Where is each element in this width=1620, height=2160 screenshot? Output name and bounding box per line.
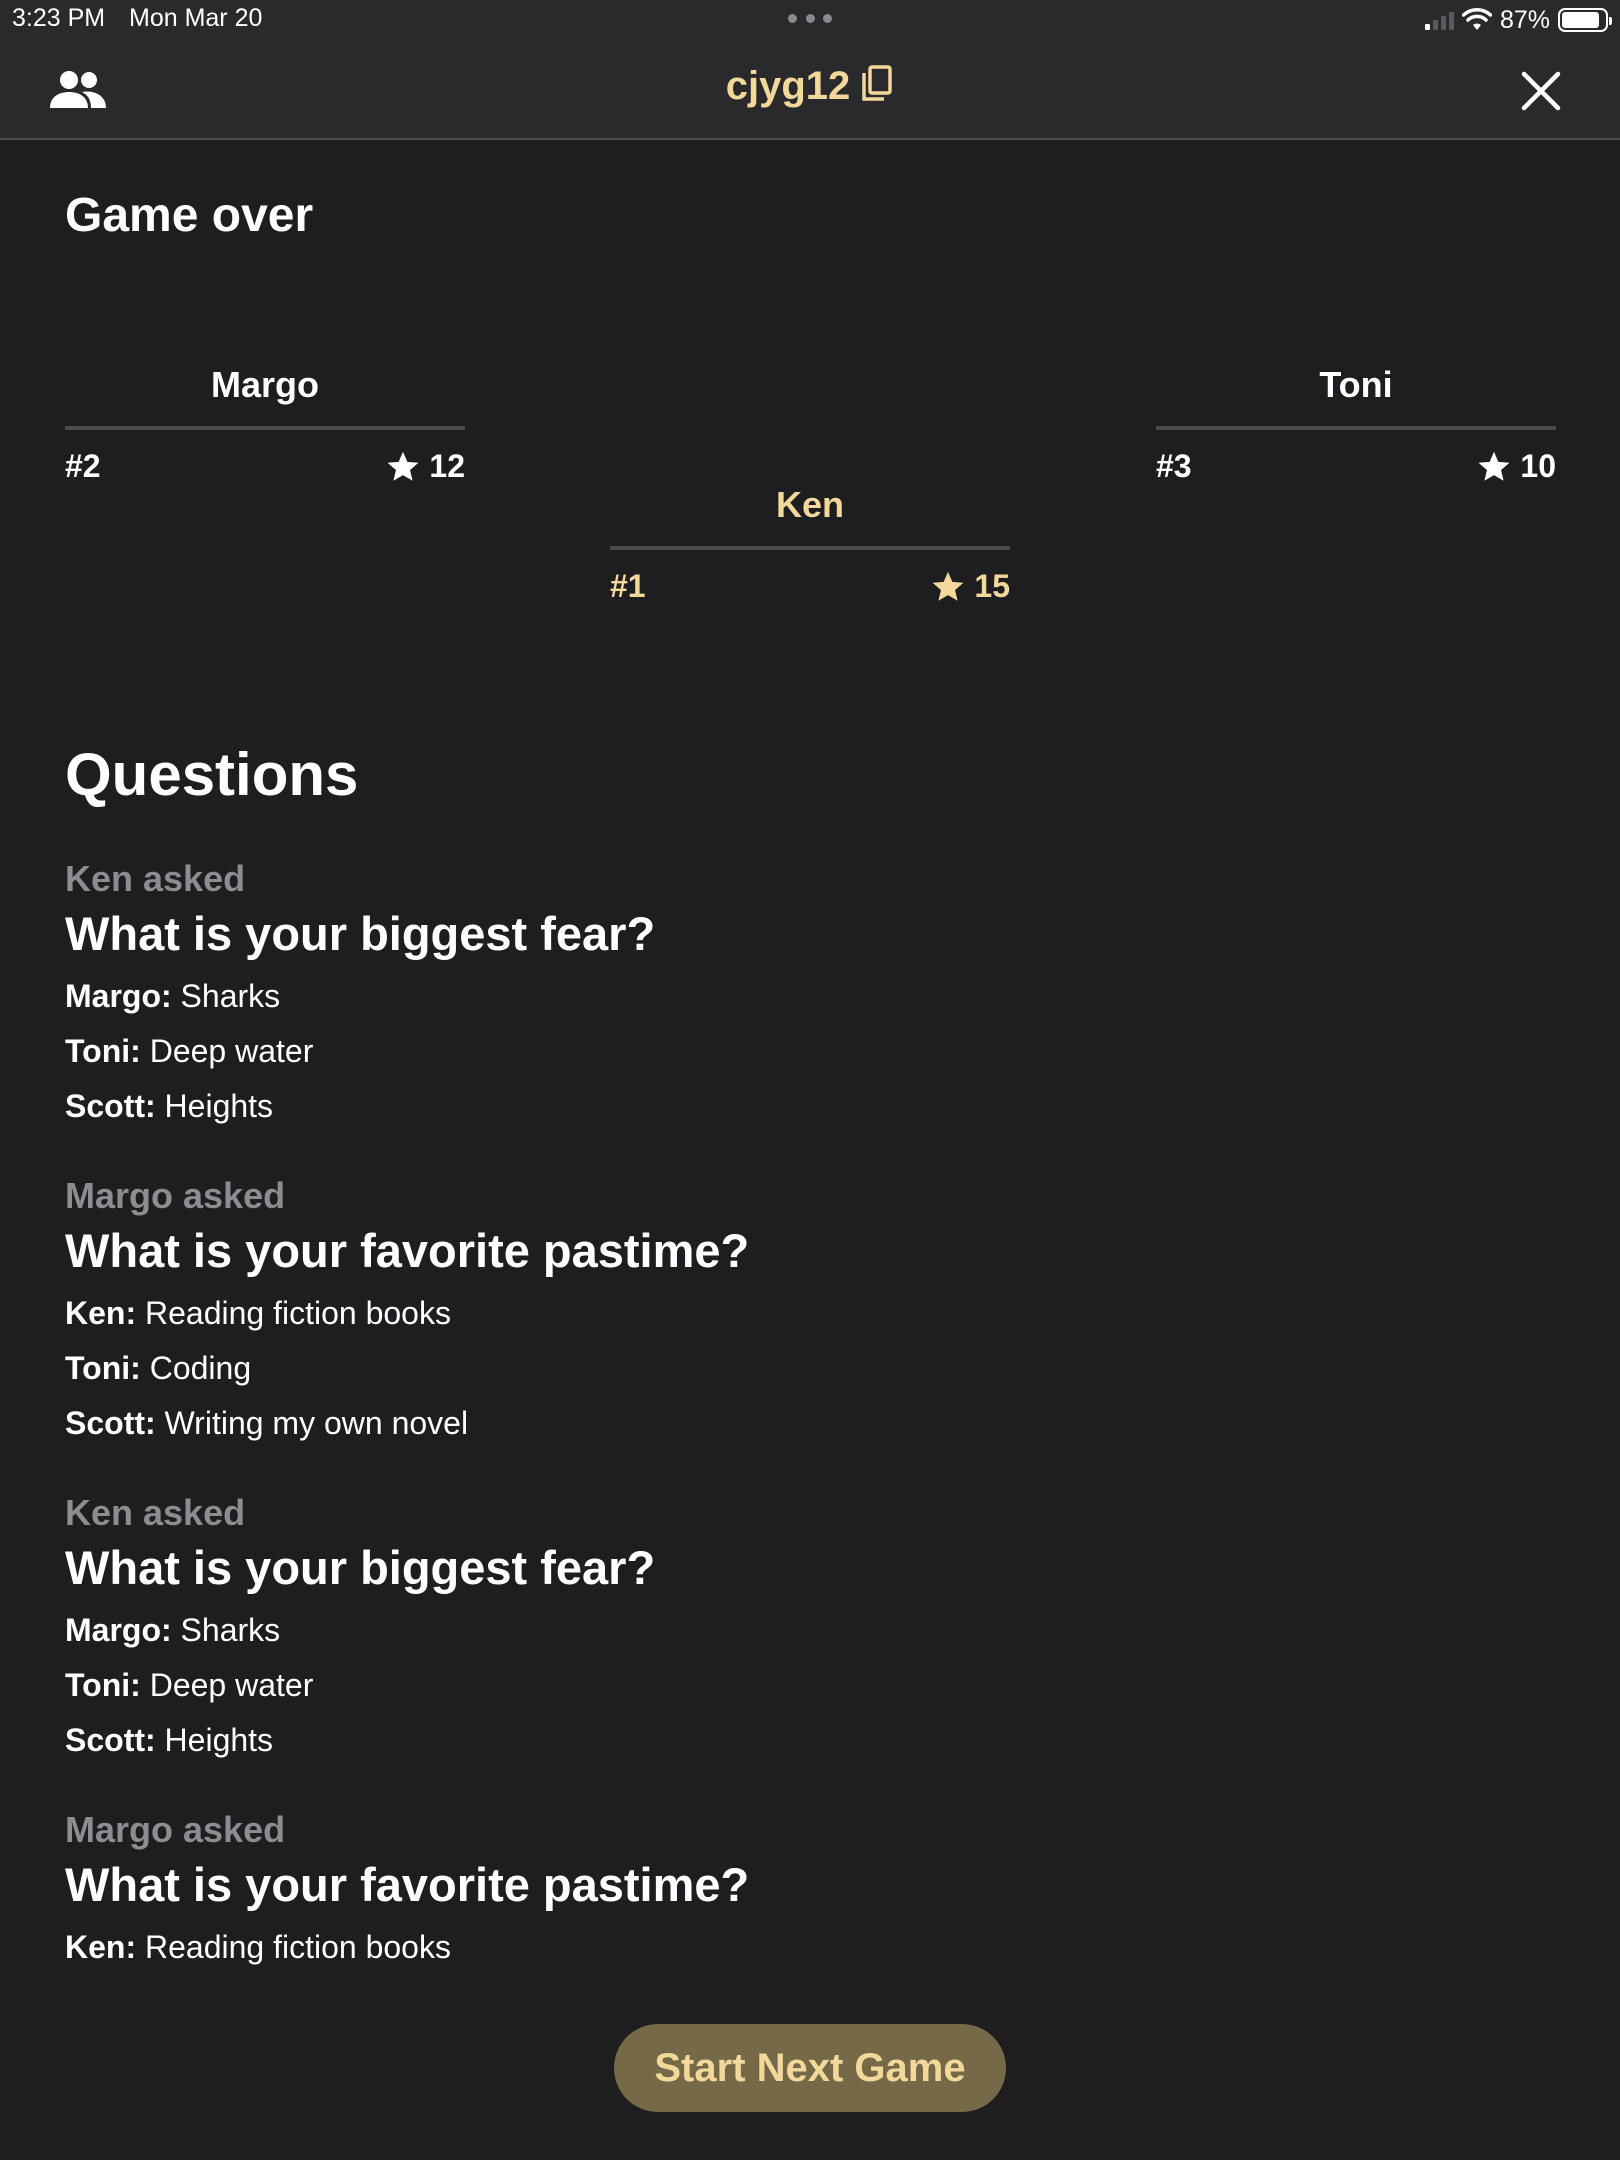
battery-percentage: 87%: [1499, 5, 1550, 34]
answer-row: Toni: Coding: [65, 1341, 1465, 1396]
podium-player-second: Margo #2 12: [65, 364, 465, 485]
answer-text: Coding: [149, 1350, 252, 1386]
answer-row: Scott: Heights: [65, 1713, 1465, 1768]
question-asker: Ken asked: [65, 858, 246, 899]
answer-player: Toni:: [65, 1033, 141, 1069]
status-time: 3:23 PM: [12, 4, 106, 32]
player-rank: #2: [65, 448, 101, 484]
podium-player-first: Ken #1 15: [610, 484, 1010, 605]
nav-bar: cjyg12: [0, 40, 1620, 140]
questions-list: Ken asked What is your biggest fear? Mar…: [65, 855, 1465, 2013]
questions-heading: Questions: [65, 741, 359, 808]
answer-text: Heights: [164, 1088, 274, 1124]
player-name: Margo: [211, 364, 319, 405]
star-icon: [387, 451, 419, 481]
answer-row: Scott: Heights: [65, 1079, 1465, 1134]
close-icon[interactable]: [1520, 70, 1562, 112]
question-text: What is your biggest fear?: [65, 907, 656, 960]
answer-text: Deep water: [149, 1033, 314, 1069]
status-date: Mon Mar 20: [129, 4, 263, 32]
answer-row: Toni: Deep water: [65, 1024, 1465, 1079]
podium-divider: [65, 426, 465, 430]
question-item: Ken asked What is your biggest fear? Mar…: [65, 1489, 1465, 1768]
question-asker: Margo asked: [65, 1175, 286, 1216]
answer-player: Scott:: [65, 1722, 156, 1758]
answer-row: Margo: Sharks: [65, 1603, 1465, 1658]
answer-text: Writing my own novel: [164, 1405, 469, 1441]
page-title: Game over: [65, 189, 314, 242]
answer-text: Sharks: [180, 1612, 281, 1648]
question-item: Margo asked What is your favorite pastim…: [65, 1172, 1465, 1451]
status-bar: 3:23 PM Mon Mar 20 87%: [0, 0, 1620, 40]
player-name: Toni: [1319, 364, 1393, 405]
answer-text: Sharks: [180, 978, 281, 1014]
answer-player: Scott:: [65, 1088, 156, 1124]
star-icon: [932, 571, 964, 601]
question-text: What is your favorite pastime?: [65, 1858, 750, 1911]
answer-player: Scott:: [65, 1405, 156, 1441]
cellular-signal-icon: [1424, 10, 1454, 30]
answer-text: Deep water: [149, 1667, 314, 1703]
status-indicators: 87%: [1424, 5, 1612, 34]
podium-divider: [610, 546, 1010, 550]
question-text: What is your biggest fear?: [65, 1541, 656, 1594]
player-rank: #1: [610, 568, 646, 604]
player-rank: #3: [1156, 448, 1192, 484]
answer-player: Toni:: [65, 1350, 141, 1386]
room-code-text: cjyg12: [725, 64, 851, 108]
podium-divider: [1156, 426, 1556, 430]
answer-row: Ken: Reading fiction books: [65, 1286, 1465, 1341]
question-text: What is your favorite pastime?: [65, 1224, 750, 1277]
multitasking-dots-icon[interactable]: [788, 14, 832, 24]
battery-icon: [1558, 8, 1612, 32]
answer-text: Heights: [164, 1722, 274, 1758]
answer-player: Ken:: [65, 1929, 137, 1965]
answer-player: Ken:: [65, 1295, 137, 1331]
answer-row: Ken: Reading fiction books: [65, 1920, 1465, 1975]
question-asker: Ken asked: [65, 1492, 246, 1533]
start-next-game-button[interactable]: Start Next Game: [614, 2024, 1006, 2112]
room-code: cjyg12: [0, 64, 1620, 109]
answer-player: Margo:: [65, 978, 172, 1014]
star-icon: [1478, 451, 1510, 481]
answer-text: Reading fiction books: [145, 1929, 451, 1965]
wifi-icon: [1461, 8, 1492, 30]
question-item: Ken asked What is your biggest fear? Mar…: [65, 855, 1465, 1134]
answer-row: Margo: Sharks: [65, 969, 1465, 1024]
question-asker: Margo asked: [65, 1809, 286, 1850]
copy-icon[interactable]: [860, 63, 894, 103]
answer-row: Toni: Deep water: [65, 1658, 1465, 1713]
answer-row: Scott: Writing my own novel: [65, 1396, 1465, 1451]
player-score: 10: [1520, 448, 1556, 484]
question-item: Margo asked What is your favorite pastim…: [65, 1806, 1465, 1975]
player-name: Ken: [775, 484, 844, 525]
answer-player: Margo:: [65, 1612, 172, 1648]
player-score: 15: [974, 568, 1010, 604]
player-score: 12: [429, 448, 465, 484]
answer-text: Reading fiction books: [145, 1295, 451, 1331]
podium-player-third: Toni #3 10: [1156, 364, 1556, 485]
answer-player: Toni:: [65, 1667, 141, 1703]
